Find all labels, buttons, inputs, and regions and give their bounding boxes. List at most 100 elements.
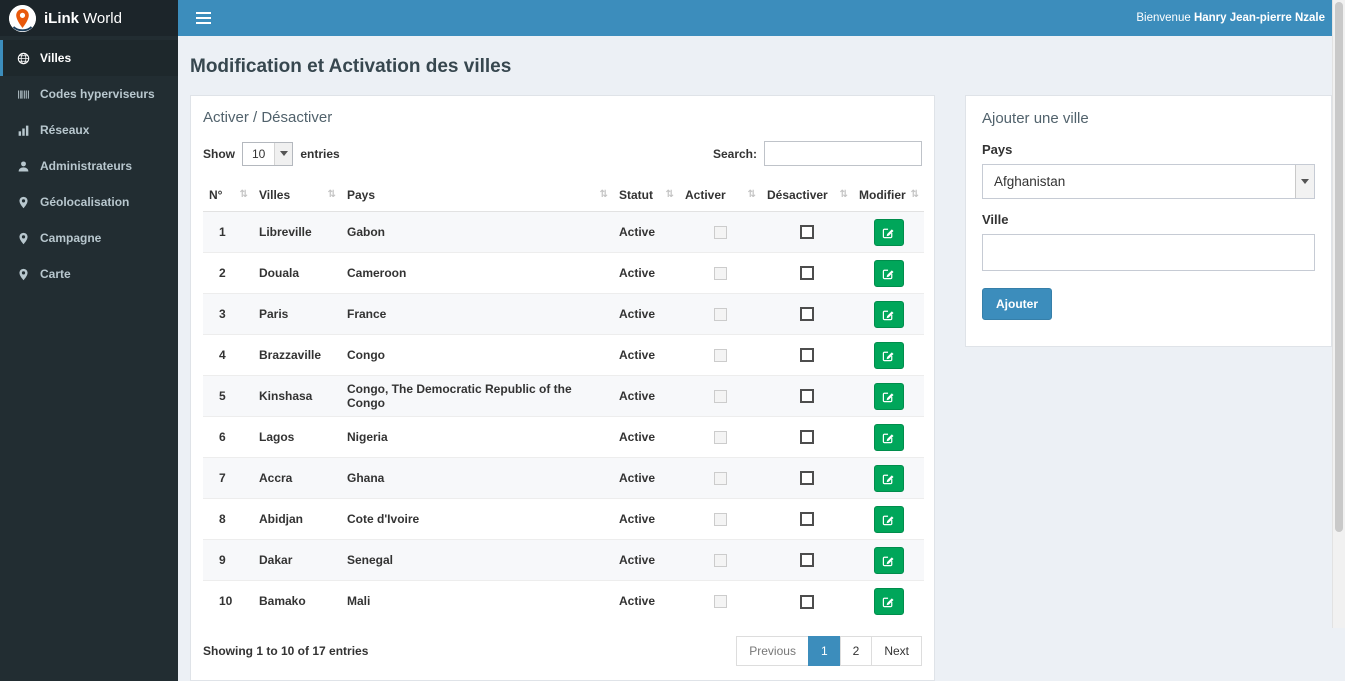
- cell-ville: Paris: [253, 293, 341, 335]
- table-row: 6 Lagos Nigeria Active: [203, 416, 924, 458]
- barcode-icon: [16, 88, 31, 101]
- desactiver-checkbox[interactable]: [800, 307, 814, 322]
- modifier-button[interactable]: [873, 423, 904, 451]
- table-row: 1 Libreville Gabon Active: [203, 211, 924, 253]
- cell-pays: Ghana: [341, 457, 613, 499]
- sidebar-item[interactable]: Campagne: [0, 220, 178, 256]
- cell-pays: Gabon: [341, 211, 613, 253]
- chevron-down-icon: [1295, 165, 1314, 198]
- sidebar-item[interactable]: Administrateurs: [0, 148, 178, 184]
- activer-checkbox[interactable]: [713, 554, 727, 568]
- activer-checkbox[interactable]: [713, 513, 727, 527]
- column-header[interactable]: Activer ⇅: [679, 179, 761, 212]
- scrollbar[interactable]: [1332, 0, 1345, 628]
- desactiver-checkbox[interactable]: [800, 512, 814, 527]
- scrollbar-thumb[interactable]: [1335, 2, 1343, 532]
- modifier-button[interactable]: [873, 505, 904, 533]
- desactiver-checkbox[interactable]: [800, 553, 814, 568]
- cell-numero: 7: [203, 457, 253, 499]
- activer-checkbox[interactable]: [713, 431, 727, 445]
- sidebar-toggle-icon[interactable]: [194, 8, 213, 28]
- modifier-button[interactable]: [873, 464, 904, 492]
- modifier-button[interactable]: [873, 259, 904, 287]
- column-header[interactable]: Statut ⇅: [613, 179, 679, 212]
- brand-logo-icon: [9, 4, 36, 32]
- sidebar-item[interactable]: Villes: [0, 40, 178, 76]
- activer-checkbox[interactable]: [713, 472, 727, 486]
- desactiver-checkbox[interactable]: [800, 594, 814, 609]
- sort-icon: ⇅: [839, 189, 848, 200]
- ajouter-button[interactable]: Ajouter: [982, 288, 1052, 320]
- top-header: iLink World Bienvenue Hanry Jean-pierre N…: [0, 0, 1345, 36]
- desactiver-checkbox[interactable]: [800, 348, 814, 363]
- country-select[interactable]: Afghanistan: [982, 164, 1315, 199]
- sort-icon: ⇅: [910, 189, 919, 200]
- desactiver-checkbox[interactable]: [800, 266, 814, 281]
- city-input[interactable]: [982, 234, 1315, 271]
- desactiver-checkbox[interactable]: [800, 430, 814, 445]
- cell-ville: Kinshasa: [253, 375, 341, 417]
- cell-statut: Active: [613, 252, 679, 294]
- sidebar-item-label: Carte: [40, 267, 71, 281]
- sort-icon: ⇅: [239, 189, 248, 200]
- pagination-button[interactable]: Previous: [736, 635, 809, 666]
- page-length-select[interactable]: 10: [242, 141, 294, 166]
- modifier-button[interactable]: [873, 218, 904, 246]
- cell-pays: Congo: [341, 334, 613, 376]
- table-row: 9 Dakar Senegal Active: [203, 539, 924, 581]
- table-panel-title: Activer / Désactiver: [203, 109, 333, 126]
- cell-pays: Congo, The Democratic Republic of the Co…: [341, 375, 613, 417]
- activer-checkbox[interactable]: [713, 349, 727, 363]
- activer-checkbox[interactable]: [713, 390, 727, 404]
- cell-numero: 2: [203, 252, 253, 294]
- welcome-text: Bienvenue Hanry Jean-pierre Nzale: [1136, 12, 1325, 24]
- activer-checkbox[interactable]: [713, 226, 727, 240]
- pagination-button[interactable]: Next: [871, 635, 922, 666]
- column-header[interactable]: N° ⇅: [203, 179, 253, 212]
- cell-statut: Active: [613, 457, 679, 499]
- activer-checkbox[interactable]: [713, 308, 727, 322]
- brand-name: iLink World: [44, 9, 122, 27]
- sidebar-item[interactable]: Réseaux: [0, 112, 178, 148]
- desactiver-checkbox[interactable]: [800, 389, 814, 404]
- table-row: 2 Douala Cameroon Active: [203, 252, 924, 294]
- desactiver-checkbox[interactable]: [800, 471, 814, 486]
- modifier-button[interactable]: [873, 341, 904, 369]
- pagination-button[interactable]: 2: [839, 635, 873, 666]
- cell-numero: 5: [203, 375, 253, 417]
- desactiver-checkbox[interactable]: [800, 225, 814, 240]
- entries-label: entries: [300, 146, 340, 161]
- cell-statut: Active: [613, 334, 679, 376]
- sidebar-item[interactable]: Codes hyperviseurs: [0, 76, 178, 112]
- edit-icon: [882, 390, 895, 403]
- cell-numero: 8: [203, 498, 253, 540]
- page-title: Modification et Activation des villes: [190, 56, 512, 77]
- activer-checkbox[interactable]: [713, 267, 727, 281]
- app-logo[interactable]: iLink World: [0, 0, 178, 36]
- table-row: 5 Kinshasa Congo, The Democratic Republi…: [203, 375, 924, 417]
- cell-pays: Nigeria: [341, 416, 613, 458]
- sidebar-item[interactable]: Carte: [0, 256, 178, 292]
- column-header[interactable]: Villes ⇅: [253, 179, 341, 212]
- sort-icon: ⇅: [747, 189, 756, 200]
- cell-ville: Douala: [253, 252, 341, 294]
- modifier-button[interactable]: [873, 300, 904, 328]
- column-header[interactable]: Pays ⇅: [341, 179, 613, 212]
- cell-statut: Active: [613, 498, 679, 540]
- activer-checkbox[interactable]: [713, 595, 727, 609]
- cell-statut: Active: [613, 416, 679, 458]
- modifier-button[interactable]: [873, 382, 904, 410]
- column-header[interactable]: Désactiver ⇅: [761, 179, 853, 212]
- table-row: 10 Bamako Mali Active: [203, 580, 924, 622]
- cell-ville: Accra: [253, 457, 341, 499]
- cell-numero: 1: [203, 211, 253, 253]
- modifier-button[interactable]: [873, 546, 904, 574]
- map-pin-icon: [16, 196, 31, 209]
- pagination-button[interactable]: 1: [807, 635, 841, 666]
- search-input[interactable]: [764, 141, 922, 166]
- cell-ville: Lagos: [253, 416, 341, 458]
- column-header[interactable]: Modifier ⇅: [853, 179, 924, 212]
- modifier-button[interactable]: [873, 587, 904, 615]
- cell-statut: Active: [613, 293, 679, 335]
- sidebar-item[interactable]: Géolocalisation: [0, 184, 178, 220]
